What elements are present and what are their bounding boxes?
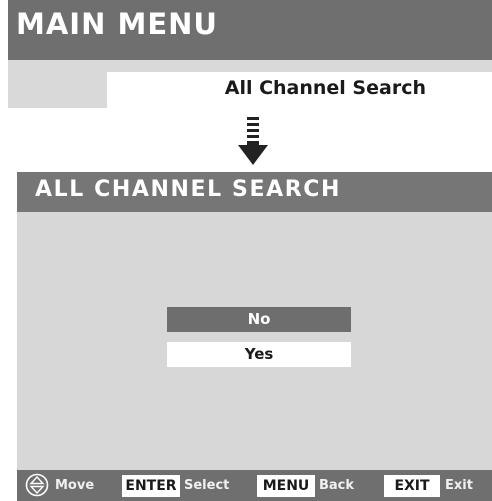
down-arrow-icon — [238, 117, 268, 165]
main-menu-header: MAIN MENU — [8, 0, 492, 60]
all-channel-search-screen: ALL CHANNEL SEARCH No Yes Move ENTER Sel… — [17, 172, 492, 501]
menu-item-label: All Channel Search — [224, 77, 426, 99]
option-yes[interactable]: Yes — [167, 342, 351, 367]
main-menu-title: MAIN MENU — [16, 7, 218, 41]
enter-label: Select — [184, 478, 230, 493]
menu-key: MENU — [257, 475, 315, 497]
menu-item-all-channel-search[interactable]: All Channel Search — [107, 72, 492, 108]
enter-key: ENTER — [122, 475, 180, 497]
screen-title: ALL CHANNEL SEARCH — [35, 177, 342, 202]
main-menu-panel: MAIN MENU All Channel Search — [8, 0, 492, 108]
option-no[interactable]: No — [167, 307, 351, 332]
footer-bar: Move ENTER Select MENU Back EXIT Exit — [17, 470, 492, 501]
menu-label: Back — [319, 478, 355, 493]
figure-root: MAIN MENU All Channel Search ALL CHANNEL… — [0, 0, 492, 501]
exit-key: EXIT — [384, 475, 440, 497]
move-label: Move — [55, 478, 95, 493]
exit-label: Exit — [445, 478, 473, 493]
up-down-arrows-icon — [25, 473, 49, 497]
screen-header: ALL CHANNEL SEARCH — [17, 172, 492, 212]
